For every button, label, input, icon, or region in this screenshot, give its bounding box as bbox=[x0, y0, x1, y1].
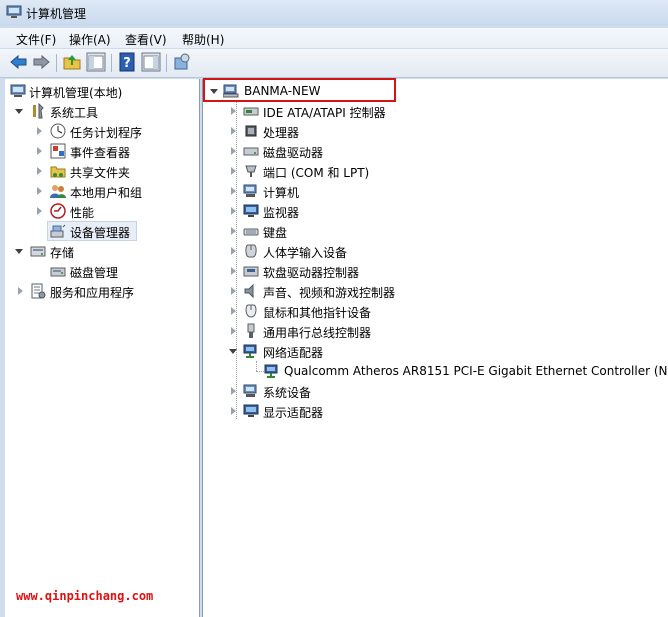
tree-item-device-manager[interactable]: 设备管理器 bbox=[9, 221, 195, 241]
network-adapter-icon bbox=[243, 344, 257, 358]
device-category-ports[interactable]: 端口 (COM 和 LPT) bbox=[203, 161, 643, 181]
tree-item-shared-folders[interactable]: 共享文件夹 bbox=[9, 161, 195, 181]
show-hide-tree-icon[interactable] bbox=[86, 52, 106, 72]
device-category-computer[interactable]: 计算机 bbox=[203, 181, 643, 201]
red-highlight-box bbox=[203, 78, 396, 102]
sound-icon bbox=[244, 283, 254, 299]
device-category-processor[interactable]: 处理器 bbox=[203, 121, 643, 141]
users-icon bbox=[50, 185, 66, 198]
device-category-floppy-controller[interactable]: 软盘驱动器控制器 bbox=[203, 261, 643, 281]
port-icon bbox=[245, 165, 257, 177]
services-icon bbox=[31, 283, 46, 299]
tree-item-services-apps[interactable]: 服务和应用程序 bbox=[9, 281, 195, 301]
watermark: www.qinpinchang.com bbox=[16, 589, 154, 603]
disk-management-icon bbox=[50, 267, 66, 277]
chevron-right-icon[interactable] bbox=[37, 207, 42, 215]
back-arrow-icon[interactable] bbox=[9, 52, 29, 72]
tree-item-storage[interactable]: 存储 bbox=[9, 241, 195, 261]
chevron-right-icon[interactable] bbox=[231, 267, 236, 275]
event-viewer-icon bbox=[50, 143, 66, 159]
floppy-controller-icon bbox=[243, 266, 259, 277]
chevron-right-icon[interactable] bbox=[18, 287, 23, 295]
device-category-mice[interactable]: 鼠标和其他指针设备 bbox=[203, 301, 643, 321]
chevron-right-icon[interactable] bbox=[37, 127, 42, 135]
chevron-right-icon[interactable] bbox=[231, 287, 236, 295]
chevron-right-icon[interactable] bbox=[37, 147, 42, 155]
device-manager-icon bbox=[50, 224, 66, 238]
chevron-right-icon[interactable] bbox=[231, 247, 236, 255]
device-category-usb-controllers[interactable]: 通用串行总线控制器 bbox=[203, 321, 643, 341]
chevron-right-icon[interactable] bbox=[231, 387, 236, 395]
chevron-right-icon[interactable] bbox=[231, 327, 236, 335]
performance-icon bbox=[50, 203, 66, 219]
shared-folder-icon bbox=[50, 166, 66, 178]
device-category-network-adapter-qualcomm[interactable]: Qualcomm Atheros AR8151 PCI-E Gigabit Et… bbox=[204, 361, 668, 381]
device-category-ide-controller[interactable]: IDE ATA/ATAPI 控制器 bbox=[203, 101, 643, 121]
menu-help[interactable]: 帮助(H) bbox=[182, 31, 224, 48]
menu-action[interactable]: 操作(A) bbox=[69, 31, 111, 48]
tree-item-root[interactable]: 计算机管理(本地) bbox=[9, 81, 195, 101]
device-category-system-devices[interactable]: 系统设备 bbox=[203, 381, 643, 401]
chevron-down-icon[interactable] bbox=[229, 349, 237, 354]
chevron-right-icon[interactable] bbox=[231, 307, 236, 315]
tree-item-local-users[interactable]: 本地用户和组 bbox=[9, 181, 195, 201]
chevron-right-icon[interactable] bbox=[231, 107, 236, 115]
chevron-right-icon[interactable] bbox=[231, 127, 236, 135]
computer-management-icon bbox=[10, 84, 26, 97]
console-tree-pane[interactable]: 计算机管理(本地) 系统工具 任务计划程序 事件查看器 共享文件夹 本地用户和组… bbox=[5, 79, 200, 617]
device-category-keyboards[interactable]: 键盘 bbox=[203, 221, 643, 241]
tree-item-event-viewer[interactable]: 事件查看器 bbox=[9, 141, 195, 161]
hid-icon bbox=[245, 244, 257, 258]
ide-controller-icon bbox=[243, 107, 259, 116]
chevron-right-icon[interactable] bbox=[231, 407, 236, 415]
computer-icon bbox=[243, 384, 257, 397]
title-bar: 计算机管理 bbox=[0, 0, 668, 26]
mouse-icon bbox=[245, 304, 257, 318]
device-category-network-adapters[interactable]: 网络适配器 bbox=[203, 341, 643, 361]
menu-view[interactable]: 查看(V) bbox=[125, 31, 167, 48]
device-category-display-adapters[interactable]: 显示适配器 bbox=[203, 401, 643, 421]
menu-bar: 文件(F) 操作(A) 查看(V) 帮助(H) bbox=[0, 28, 668, 48]
help-icon[interactable]: ? bbox=[117, 52, 137, 72]
monitor-icon bbox=[243, 204, 259, 217]
storage-icon bbox=[30, 246, 46, 257]
clock-icon bbox=[50, 123, 66, 139]
tree-item-disk-management[interactable]: 磁盘管理 bbox=[9, 261, 195, 281]
svg-text:?: ? bbox=[123, 56, 131, 71]
device-category-human-interface[interactable]: 人体学输入设备 bbox=[203, 241, 643, 261]
forward-arrow-icon[interactable] bbox=[31, 52, 51, 72]
tree-item-task-scheduler[interactable]: 任务计划程序 bbox=[9, 121, 195, 141]
menu-file[interactable]: 文件(F) bbox=[16, 31, 56, 48]
chevron-right-icon[interactable] bbox=[231, 227, 236, 235]
tree-item-system-tools[interactable]: 系统工具 bbox=[9, 101, 195, 121]
chevron-down-icon[interactable] bbox=[15, 249, 23, 254]
device-category-disk-drives[interactable]: 磁盘驱动器 bbox=[203, 141, 643, 161]
device-category-sound-video[interactable]: 声音、视频和游戏控制器 bbox=[203, 281, 643, 301]
up-folder-icon[interactable] bbox=[62, 52, 82, 72]
monitor-icon bbox=[243, 404, 259, 417]
tree-item-performance[interactable]: 性能 bbox=[9, 201, 195, 221]
chevron-right-icon[interactable] bbox=[231, 187, 236, 195]
action-pane-icon[interactable] bbox=[141, 52, 161, 72]
chevron-right-icon[interactable] bbox=[231, 147, 236, 155]
device-tree-pane[interactable]: BANMA-NEW IDE ATA/ATAPI 控制器 处理器 磁盘驱动器 端口 (C… bbox=[202, 79, 668, 617]
usb-icon bbox=[247, 323, 255, 338]
properties-icon[interactable] bbox=[172, 52, 192, 72]
toolbar: ? bbox=[0, 49, 668, 78]
chevron-right-icon[interactable] bbox=[231, 207, 236, 215]
tools-icon bbox=[33, 103, 44, 119]
processor-icon bbox=[245, 125, 257, 137]
window-title: 计算机管理 bbox=[26, 7, 87, 21]
computer-management-icon bbox=[6, 5, 22, 18]
chevron-down-icon[interactable] bbox=[15, 109, 23, 114]
keyboard-icon bbox=[243, 228, 259, 236]
device-category-monitors[interactable]: 监视器 bbox=[203, 201, 643, 221]
chevron-right-icon[interactable] bbox=[37, 187, 42, 195]
network-adapter-icon bbox=[264, 364, 278, 378]
disk-drive-icon bbox=[243, 147, 259, 156]
chevron-right-icon[interactable] bbox=[231, 167, 236, 175]
computer-icon bbox=[243, 184, 257, 197]
chevron-right-icon[interactable] bbox=[37, 167, 42, 175]
